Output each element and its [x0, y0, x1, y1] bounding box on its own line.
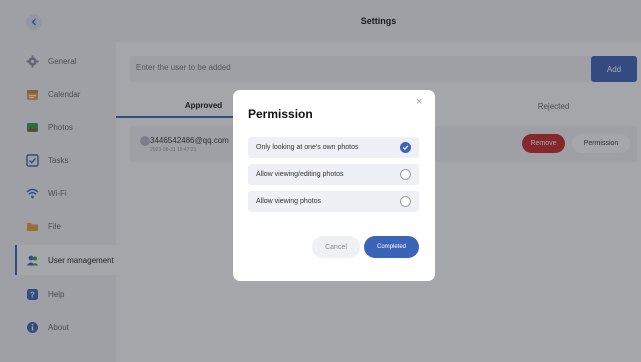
permission-option-own-photos[interactable]: Only looking at one's own photos	[248, 137, 419, 158]
close-icon[interactable]: ×	[416, 97, 422, 108]
permission-option-view[interactable]: Allow viewing photos	[248, 191, 419, 212]
dialog-title: Permission	[248, 107, 313, 121]
radio-checked-icon[interactable]	[400, 142, 411, 153]
cancel-button[interactable]: Cancel	[312, 236, 360, 258]
permission-option-view-edit[interactable]: Allow viewing/editing photos	[248, 164, 419, 185]
option-label: Allow viewing photos	[256, 198, 321, 205]
option-label: Only looking at one's own photos	[256, 144, 359, 151]
option-label: Allow viewing/editing photos	[256, 171, 344, 178]
radio-unchecked-icon[interactable]	[400, 169, 411, 180]
permission-dialog: Permission × Only looking at one's own p…	[233, 90, 435, 281]
radio-unchecked-icon[interactable]	[400, 196, 411, 207]
completed-button[interactable]: Completed	[364, 236, 419, 258]
